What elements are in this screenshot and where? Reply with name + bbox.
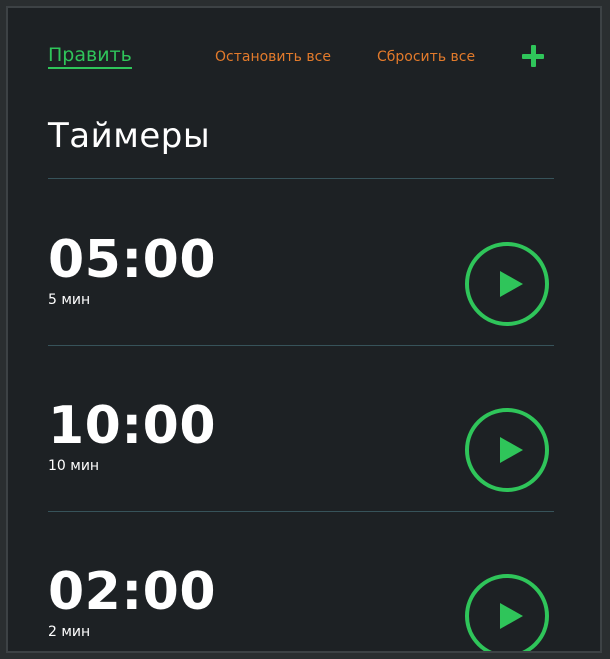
divider — [48, 178, 554, 179]
toolbar: Править Остановить все Сбросить все — [48, 40, 560, 74]
divider — [48, 345, 554, 346]
edit-button[interactable]: Править — [48, 44, 132, 69]
divider — [48, 511, 554, 512]
page-title: Таймеры — [48, 116, 211, 156]
timers-panel: Править Остановить все Сбросить все Тайм… — [6, 6, 602, 653]
timer-row: 10:00 10 мин — [48, 378, 554, 498]
plus-icon[interactable] — [522, 45, 544, 67]
play-icon — [500, 603, 523, 629]
timer-time: 02:00 — [48, 562, 217, 622]
timer-duration-label: 5 мин — [48, 292, 91, 308]
play-button[interactable] — [465, 574, 549, 651]
reset-all-button[interactable]: Сбросить все — [377, 49, 475, 65]
timer-duration-label: 10 мин — [48, 458, 100, 474]
play-button[interactable] — [465, 242, 549, 326]
timer-duration-label: 2 мин — [48, 624, 91, 640]
timer-time: 05:00 — [48, 230, 217, 290]
play-icon — [500, 271, 523, 297]
timer-row: 02:00 2 мин — [48, 544, 554, 651]
timer-row: 05:00 5 мин — [48, 212, 554, 332]
play-button[interactable] — [465, 408, 549, 492]
timer-time: 10:00 — [48, 396, 217, 456]
stop-all-button[interactable]: Остановить все — [215, 49, 331, 65]
play-icon — [500, 437, 523, 463]
